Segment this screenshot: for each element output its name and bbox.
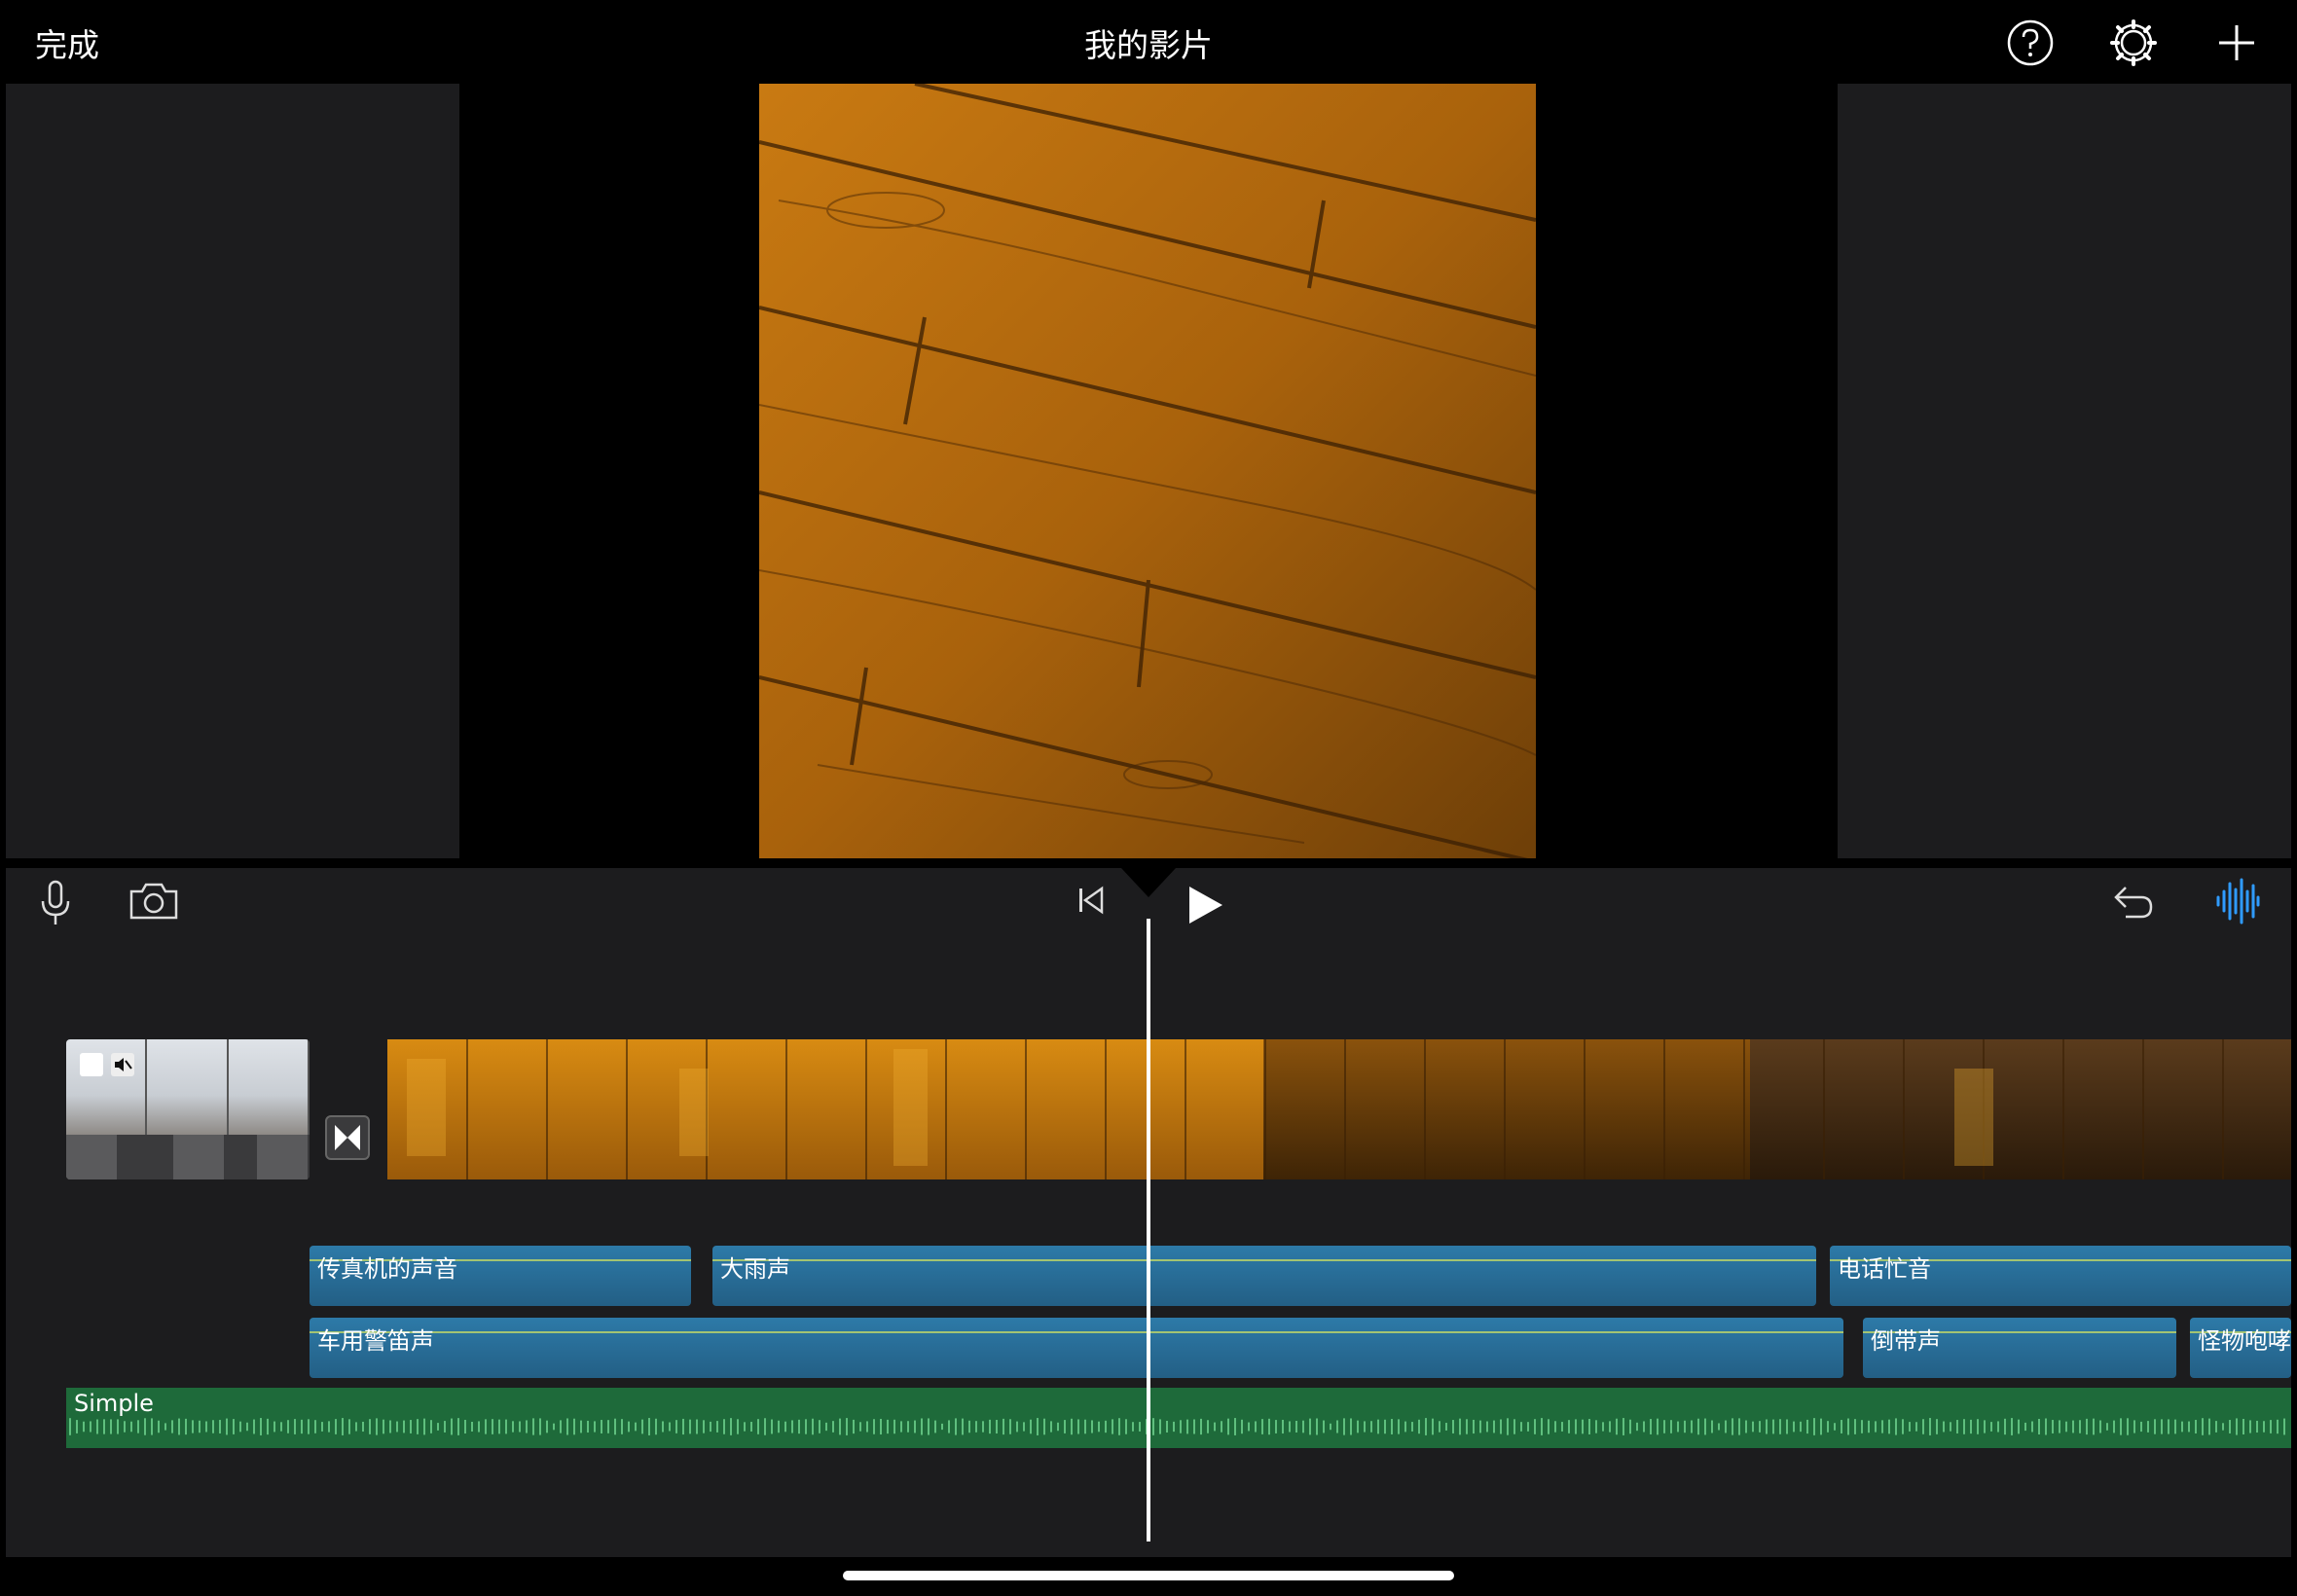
camera-icon[interactable]	[128, 882, 179, 921]
video-preview[interactable]	[759, 84, 1536, 858]
clip-audio-track	[66, 1135, 310, 1179]
music-clip-label: Simple	[74, 1390, 154, 1417]
audio-clip[interactable]: 怪物咆哮	[2190, 1318, 2291, 1378]
microphone-icon[interactable]	[39, 880, 72, 926]
settings-icon[interactable]	[2108, 18, 2159, 68]
audio-clip-label: 怪物咆哮	[2198, 1327, 2291, 1355]
add-icon[interactable]	[2211, 18, 2262, 68]
skip-to-start-icon[interactable]	[1076, 886, 1106, 915]
mute-icon	[111, 1053, 134, 1076]
undo-icon[interactable]	[2112, 882, 2155, 921]
audio-clip[interactable]: 倒带声	[1863, 1318, 2176, 1378]
audio-clip-label: 倒带声	[1871, 1327, 1941, 1355]
audio-clip[interactable]: 电话忙音	[1830, 1246, 2291, 1306]
audio-clip[interactable]: 车用警笛声	[310, 1318, 1843, 1378]
playhead-marker	[1121, 868, 1176, 897]
audio-clip-label: 传真机的声音	[317, 1255, 457, 1283]
audio-clip[interactable]: 传真机的声音	[310, 1246, 691, 1306]
audio-clip-label: 大雨声	[720, 1255, 790, 1283]
filter-icon	[80, 1053, 103, 1076]
project-title: 我的影片	[1084, 26, 1213, 64]
viewer-right-panel	[1838, 84, 2291, 858]
video-clip-cat[interactable]	[66, 1039, 310, 1179]
playhead-line	[1147, 919, 1150, 1542]
audio-clip-label: 电话忙音	[1838, 1255, 1931, 1283]
play-icon[interactable]	[1185, 884, 1224, 926]
music-clip[interactable]: Simple	[66, 1388, 2291, 1448]
help-icon[interactable]	[2005, 18, 2056, 68]
music-waveform	[69, 1418, 2285, 1435]
home-indicator	[843, 1571, 1454, 1580]
audio-waveform-icon[interactable]	[2215, 878, 2260, 925]
audio-clip[interactable]: 大雨声	[712, 1246, 1816, 1306]
video-clip-floor[interactable]	[387, 1039, 2291, 1179]
viewer-left-panel	[6, 84, 459, 858]
audio-clip-label: 车用警笛声	[317, 1327, 434, 1355]
clip-thumbnails	[387, 1039, 2291, 1179]
top-bar: 完成 我的影片	[0, 0, 2297, 84]
transition-icon[interactable]	[325, 1115, 370, 1160]
